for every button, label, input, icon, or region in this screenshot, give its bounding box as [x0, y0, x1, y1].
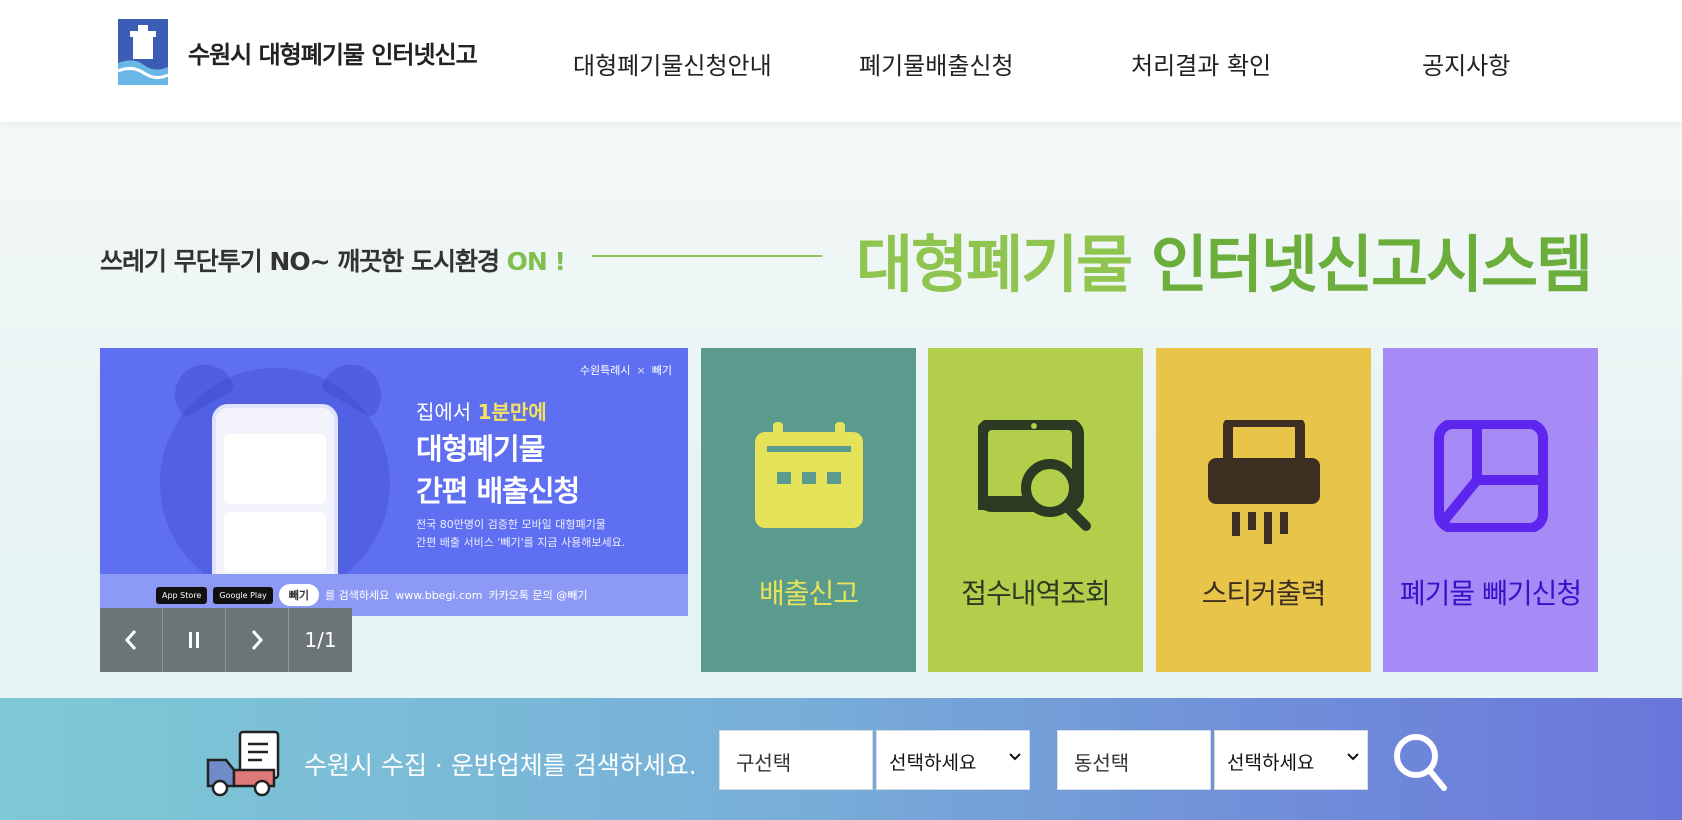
- banner-footer: App Store Google Play 빼기 를 검색하세요 www.bbe…: [156, 584, 587, 606]
- banner-title-line2: 간편 배출신청: [416, 474, 580, 508]
- banner-search-pill: 빼기: [278, 584, 320, 606]
- phone-card-1: [224, 434, 326, 504]
- banner-site-url: www.bbegi.com: [395, 588, 483, 602]
- banner-head-highlight: 1분만에: [477, 400, 547, 424]
- search-icon[interactable]: [1392, 730, 1448, 792]
- tile-receipt-lookup[interactable]: 접수내역조회: [928, 348, 1143, 672]
- nav-disposal-guide[interactable]: 대형폐기물신청안내: [573, 46, 772, 81]
- hero-title-part1: 대형폐기물: [856, 228, 1133, 301]
- chevron-right-icon: [251, 630, 264, 650]
- gu-select-label: 구선택: [719, 730, 873, 790]
- google-play-badge[interactable]: Google Play: [213, 586, 273, 604]
- banner-description: 전국 80만명이 검증한 모바일 대형폐기물 간편 배출 서비스 '빼기'를 지…: [416, 516, 625, 552]
- slogan-main: 쓰레기 무단투기 NO~ 깨끗한 도시환경: [100, 247, 500, 276]
- banner-search-suffix: 를 검색하세요: [325, 589, 390, 602]
- hero-slogan: 쓰레기 무단투기 NO~ 깨끗한 도시환경 ON !: [100, 242, 566, 278]
- tile-disposal-report[interactable]: 배출신고: [701, 348, 916, 672]
- phone-card-2: [224, 512, 326, 572]
- hero-title-part2: 인터넷신고시스템: [1150, 228, 1593, 301]
- dong-select-label: 동선택: [1057, 730, 1211, 790]
- banner-headline: 집에서 1분만에: [416, 396, 547, 425]
- app-store-badge[interactable]: App Store: [156, 586, 208, 604]
- pause-icon: [189, 632, 199, 648]
- nav-disposal-request[interactable]: 폐기물배출신청: [859, 46, 1014, 81]
- slider-prev-button[interactable]: [100, 608, 163, 672]
- layout-panel-icon: [1433, 420, 1548, 532]
- collector-search-text: 수원시 수집 · 운반업체를 검색하세요.: [304, 751, 697, 780]
- slider-counter: 1/1: [289, 608, 352, 672]
- nav-result-check[interactable]: 처리결과 확인: [1131, 46, 1271, 81]
- brand-bbegi: 빼기: [651, 364, 672, 377]
- dong-select-value: 선택하세요: [1227, 752, 1315, 774]
- dong-select[interactable]: 선택하세요: [1214, 730, 1368, 790]
- chevron-left-icon: [124, 630, 137, 650]
- tile-label: 배출신고: [758, 577, 859, 610]
- truck-document-icon: [206, 730, 280, 797]
- nav-notice[interactable]: 공지사항: [1422, 46, 1510, 81]
- banner-title: 대형폐기물 간편 배출신청: [416, 428, 580, 512]
- tile-bbegi-request[interactable]: 폐기물 빼기신청: [1383, 348, 1598, 672]
- banner-desc-line1: 전국 80만명이 검증한 모바일 대형폐기물: [416, 518, 606, 531]
- gu-select[interactable]: 선택하세요: [876, 730, 1030, 790]
- printer-icon: [1207, 420, 1320, 544]
- banner-head-pre: 집에서: [416, 400, 472, 424]
- banner-desc-line2: 간편 배출 서비스 '빼기'를 지금 사용해보세요.: [416, 536, 626, 549]
- calendar-icon: [754, 422, 863, 528]
- main-nav: 대형폐기물신청안내 폐기물배출신청 처리결과 확인 공지사항: [0, 46, 1682, 86]
- chevron-down-icon: [1347, 749, 1359, 765]
- tile-label: 스티커출력: [1201, 577, 1327, 610]
- slogan-divider: [592, 255, 822, 257]
- slider-next-button[interactable]: [226, 608, 289, 672]
- tablet-search-icon: [977, 420, 1091, 531]
- banner-title-line1: 대형폐기물: [416, 432, 545, 466]
- site-header: 수원시 대형폐기물 인터넷신고 대형폐기물신청안내 폐기물배출신청 처리결과 확…: [0, 0, 1682, 122]
- tile-label: 폐기물 빼기신청: [1399, 577, 1582, 610]
- tile-label: 접수내역조회: [961, 577, 1111, 610]
- slider-pause-button[interactable]: [163, 608, 226, 672]
- slogan-accent: ON !: [506, 247, 566, 276]
- banner-kakao: 카카오톡 문의 @빼기: [488, 589, 588, 602]
- promo-banner[interactable]: 수원특례시 × 빼기 집에서 1분만에 대형폐기물 간편 배출신청 전국 80만…: [100, 348, 688, 616]
- brand-suwon: 수원특례시: [579, 364, 631, 377]
- hero-title: 대형폐기물 인터넷신고시스템: [856, 214, 1593, 304]
- slider-controls: 1/1: [100, 608, 352, 672]
- tile-sticker-print[interactable]: 스티커출력: [1156, 348, 1371, 672]
- brand-separator: ×: [636, 363, 646, 377]
- banner-brand: 수원특례시 × 빼기: [580, 362, 672, 378]
- gu-select-value: 선택하세요: [889, 752, 977, 774]
- chevron-down-icon: [1009, 749, 1021, 765]
